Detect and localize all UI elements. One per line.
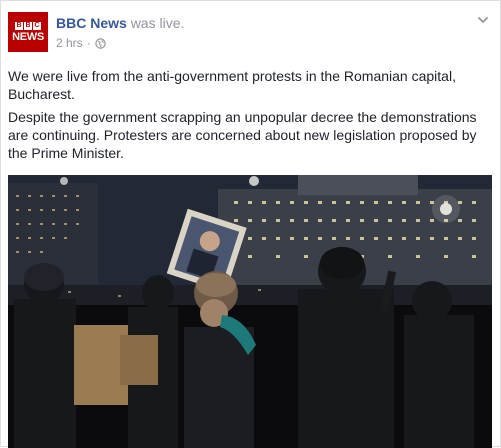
post-paragraph: Despite the government scrapping an unpo…	[8, 109, 477, 161]
bbc-logo-blocks: B B C	[15, 21, 41, 30]
bbc-logo-letter: C	[33, 21, 41, 30]
post-paragraph: We were live from the anti-government pr…	[8, 68, 456, 102]
bbc-logo-news-word: NEWS	[12, 30, 44, 43]
post-meta: 2 hrs ·	[56, 36, 106, 50]
globe-icon[interactable]	[94, 37, 106, 49]
video-frame-protest-scene	[8, 175, 492, 448]
post-header: B B C NEWS BBC News was live. 2 hrs ·	[8, 12, 488, 52]
bbc-logo-letter: B	[15, 21, 23, 30]
bbc-logo-letter: B	[24, 21, 32, 30]
post-message: We were live from the anti-government pr…	[8, 67, 492, 167]
meta-separator: ·	[86, 36, 91, 50]
bbc-news-avatar[interactable]: B B C NEWS	[8, 12, 48, 52]
post-timestamp-link[interactable]: 2 hrs	[56, 36, 83, 50]
page-name-link[interactable]: BBC News	[56, 15, 127, 31]
post-author-line: BBC News was live.	[56, 15, 184, 31]
live-video-player[interactable]	[8, 175, 492, 448]
live-status-text: was live.	[130, 15, 185, 31]
news-feed-post: B B C NEWS BBC News was live. 2 hrs · We…	[0, 0, 501, 448]
chevron-down-icon[interactable]	[476, 13, 490, 27]
